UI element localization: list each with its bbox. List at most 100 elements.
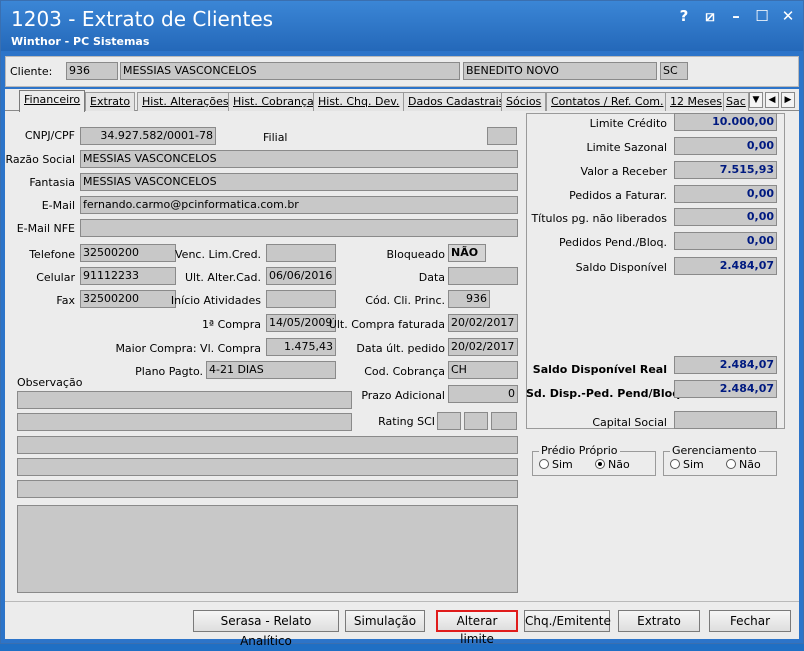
data-ult-pedido-field[interactable]: 20/02/2017: [448, 338, 518, 356]
valor-receber-field[interactable]: 7.515,93: [674, 161, 777, 179]
pedidos-pend-field[interactable]: 0,00: [674, 232, 777, 250]
restore-icon[interactable]: ⧄: [703, 7, 717, 25]
minimize-icon[interactable]: –: [729, 7, 743, 25]
telefone-field[interactable]: 32500200: [80, 244, 176, 262]
bloqueado-field[interactable]: NÃO: [448, 244, 486, 262]
capital-field[interactable]: [674, 411, 777, 429]
venc-label: Venc. Lim.Cred.: [175, 248, 262, 261]
client-name-field[interactable]: MESSIAS VASCONCELOS: [120, 62, 460, 80]
simulacao-button[interactable]: Simulação: [345, 610, 425, 632]
cod-cli-field[interactable]: 936: [448, 290, 490, 308]
tab-panel: Financeiro Extrato Hist. Alterações Hist…: [5, 89, 799, 601]
serasa-button[interactable]: Serasa - Relato Analítico: [193, 610, 339, 648]
alterar-limite-button[interactable]: Alterar limite: [436, 610, 518, 646]
fechar-button[interactable]: Fechar: [709, 610, 791, 632]
limite-sazonal-field[interactable]: 0,00: [674, 137, 777, 155]
title-bar: 1203 - Extrato de Clientes Winthor - PC …: [1, 1, 803, 51]
sd-disp-ped-field[interactable]: 2.484,07: [674, 380, 777, 398]
cnpj-label: CNPJ/CPF: [24, 129, 75, 142]
tab-scroll-left-icon[interactable]: ◀: [765, 92, 779, 108]
maximize-icon[interactable]: ☐: [755, 7, 769, 25]
pedidos-faturar-label: Pedidos a Faturar.: [569, 189, 667, 202]
window-controls: ? ⧄ – ☐ ✕: [677, 7, 795, 25]
observacao-line-5[interactable]: [17, 480, 518, 498]
data-field[interactable]: [448, 267, 518, 285]
tab-12-meses[interactable]: 12 Meses: [665, 92, 727, 111]
predio-title: Prédio Próprio: [539, 444, 620, 457]
rating-field-2[interactable]: [464, 412, 488, 430]
saldo-disp-field[interactable]: 2.484,07: [674, 257, 777, 275]
cnpj-field[interactable]: 34.927.582/0001-78: [80, 127, 216, 145]
tab-socios[interactable]: Sócios: [501, 92, 547, 111]
prazo-field[interactable]: 0: [448, 385, 518, 403]
fantasia-field[interactable]: MESSIAS VASCONCELOS: [80, 173, 518, 191]
cod-cli-label: Cód. Cli. Princ.: [365, 294, 445, 307]
venc-field[interactable]: [266, 244, 336, 262]
gerenciamento-nao-label: Não: [739, 458, 761, 471]
ult-compra-field[interactable]: 20/02/2017: [448, 314, 518, 332]
email-field[interactable]: fernando.carmo@pcinformatica.com.br: [80, 196, 518, 214]
predio-sim-label: Sim: [552, 458, 573, 471]
limite-credito-field[interactable]: 10.000,00: [674, 113, 777, 131]
data-label: Data: [418, 271, 445, 284]
valor-receber-label: Valor a Receber: [580, 165, 667, 178]
email-nfe-field[interactable]: [80, 219, 518, 237]
chq-emitente-button[interactable]: Chq./Emitente: [524, 610, 611, 632]
cod-cobranca-label: Cod. Cobrança: [364, 365, 445, 378]
fax-field[interactable]: 32500200: [80, 290, 176, 308]
filial-field[interactable]: [487, 127, 517, 145]
rating-label: Rating SCI: [378, 415, 435, 428]
tab-hist-chq-dev[interactable]: Hist. Chq. Dev.: [313, 92, 405, 111]
saldo-real-field[interactable]: 2.484,07: [674, 356, 777, 374]
rating-field-3[interactable]: [491, 412, 517, 430]
client-label: Cliente:: [10, 65, 53, 78]
client-bar: Cliente: 936 MESSIAS VASCONCELOS BENEDIT…: [5, 56, 799, 87]
plano-field[interactable]: 4-21 DIAS: [206, 361, 336, 379]
bloqueado-label: Bloqueado: [386, 248, 445, 261]
client-code-field[interactable]: 936: [66, 62, 118, 80]
window-title: 1203 - Extrato de Clientes: [11, 7, 274, 31]
inicio-field[interactable]: [266, 290, 336, 308]
tab-hist-cobranca[interactable]: Hist. Cobrança: [228, 92, 319, 111]
capital-label: Capital Social: [592, 416, 667, 429]
tab-scroll-right-icon[interactable]: ▶: [781, 92, 795, 108]
rating-field-1[interactable]: [437, 412, 461, 430]
email-nfe-label: E-Mail NFE: [16, 222, 75, 235]
predio-nao-radio[interactable]: Não: [595, 458, 630, 471]
tab-contatos[interactable]: Contatos / Ref. Com.: [546, 92, 669, 111]
titulos-field[interactable]: 0,00: [674, 208, 777, 226]
observacao-memo[interactable]: [17, 505, 518, 593]
gerenciamento-group: Gerenciamento Sim Não: [663, 444, 777, 476]
close-icon[interactable]: ✕: [781, 7, 795, 25]
celular-field[interactable]: 91112233: [80, 267, 176, 285]
tab-hist-alteracoes[interactable]: Hist. Alterações: [137, 92, 234, 111]
predio-group: Prédio Próprio Sim Não: [532, 444, 656, 476]
radio-unchecked-icon: [539, 459, 549, 469]
radio-unchecked-icon: [726, 459, 736, 469]
gerenciamento-nao-radio[interactable]: Não: [726, 458, 761, 471]
tab-dropdown-icon[interactable]: ▼: [749, 92, 763, 108]
observacao-line-1[interactable]: [17, 391, 352, 409]
gerenciamento-sim-radio[interactable]: Sim: [670, 458, 704, 471]
radio-unchecked-icon: [670, 459, 680, 469]
fax-label: Fax: [56, 294, 75, 307]
tab-dados-cadastrais[interactable]: Dados Cadastrais: [403, 92, 510, 111]
client-city-field[interactable]: BENEDITO NOVO: [463, 62, 657, 80]
razao-field[interactable]: MESSIAS VASCONCELOS: [80, 150, 518, 168]
inicio-label: Início Atividades: [170, 294, 261, 307]
pedidos-faturar-field[interactable]: 0,00: [674, 185, 777, 203]
predio-sim-radio[interactable]: Sim: [539, 458, 573, 471]
extrato-button[interactable]: Extrato: [618, 610, 700, 632]
tab-sac[interactable]: Sac: [723, 92, 749, 111]
observacao-line-3[interactable]: [17, 436, 518, 454]
cod-cobranca-field[interactable]: CH: [448, 361, 518, 379]
help-icon[interactable]: ?: [677, 7, 691, 25]
tab-extrato[interactable]: Extrato: [85, 92, 136, 111]
tab-financeiro[interactable]: Financeiro: [19, 90, 86, 112]
saldo-real-label: Saldo Disponível Real: [532, 363, 667, 376]
observacao-line-2[interactable]: [17, 413, 352, 431]
ult-alter-field[interactable]: 06/06/2016: [266, 267, 336, 285]
footer-bar: Serasa - Relato Analítico Simulação Alte…: [5, 601, 799, 648]
observacao-line-4[interactable]: [17, 458, 518, 476]
client-state-field[interactable]: SC: [660, 62, 688, 80]
